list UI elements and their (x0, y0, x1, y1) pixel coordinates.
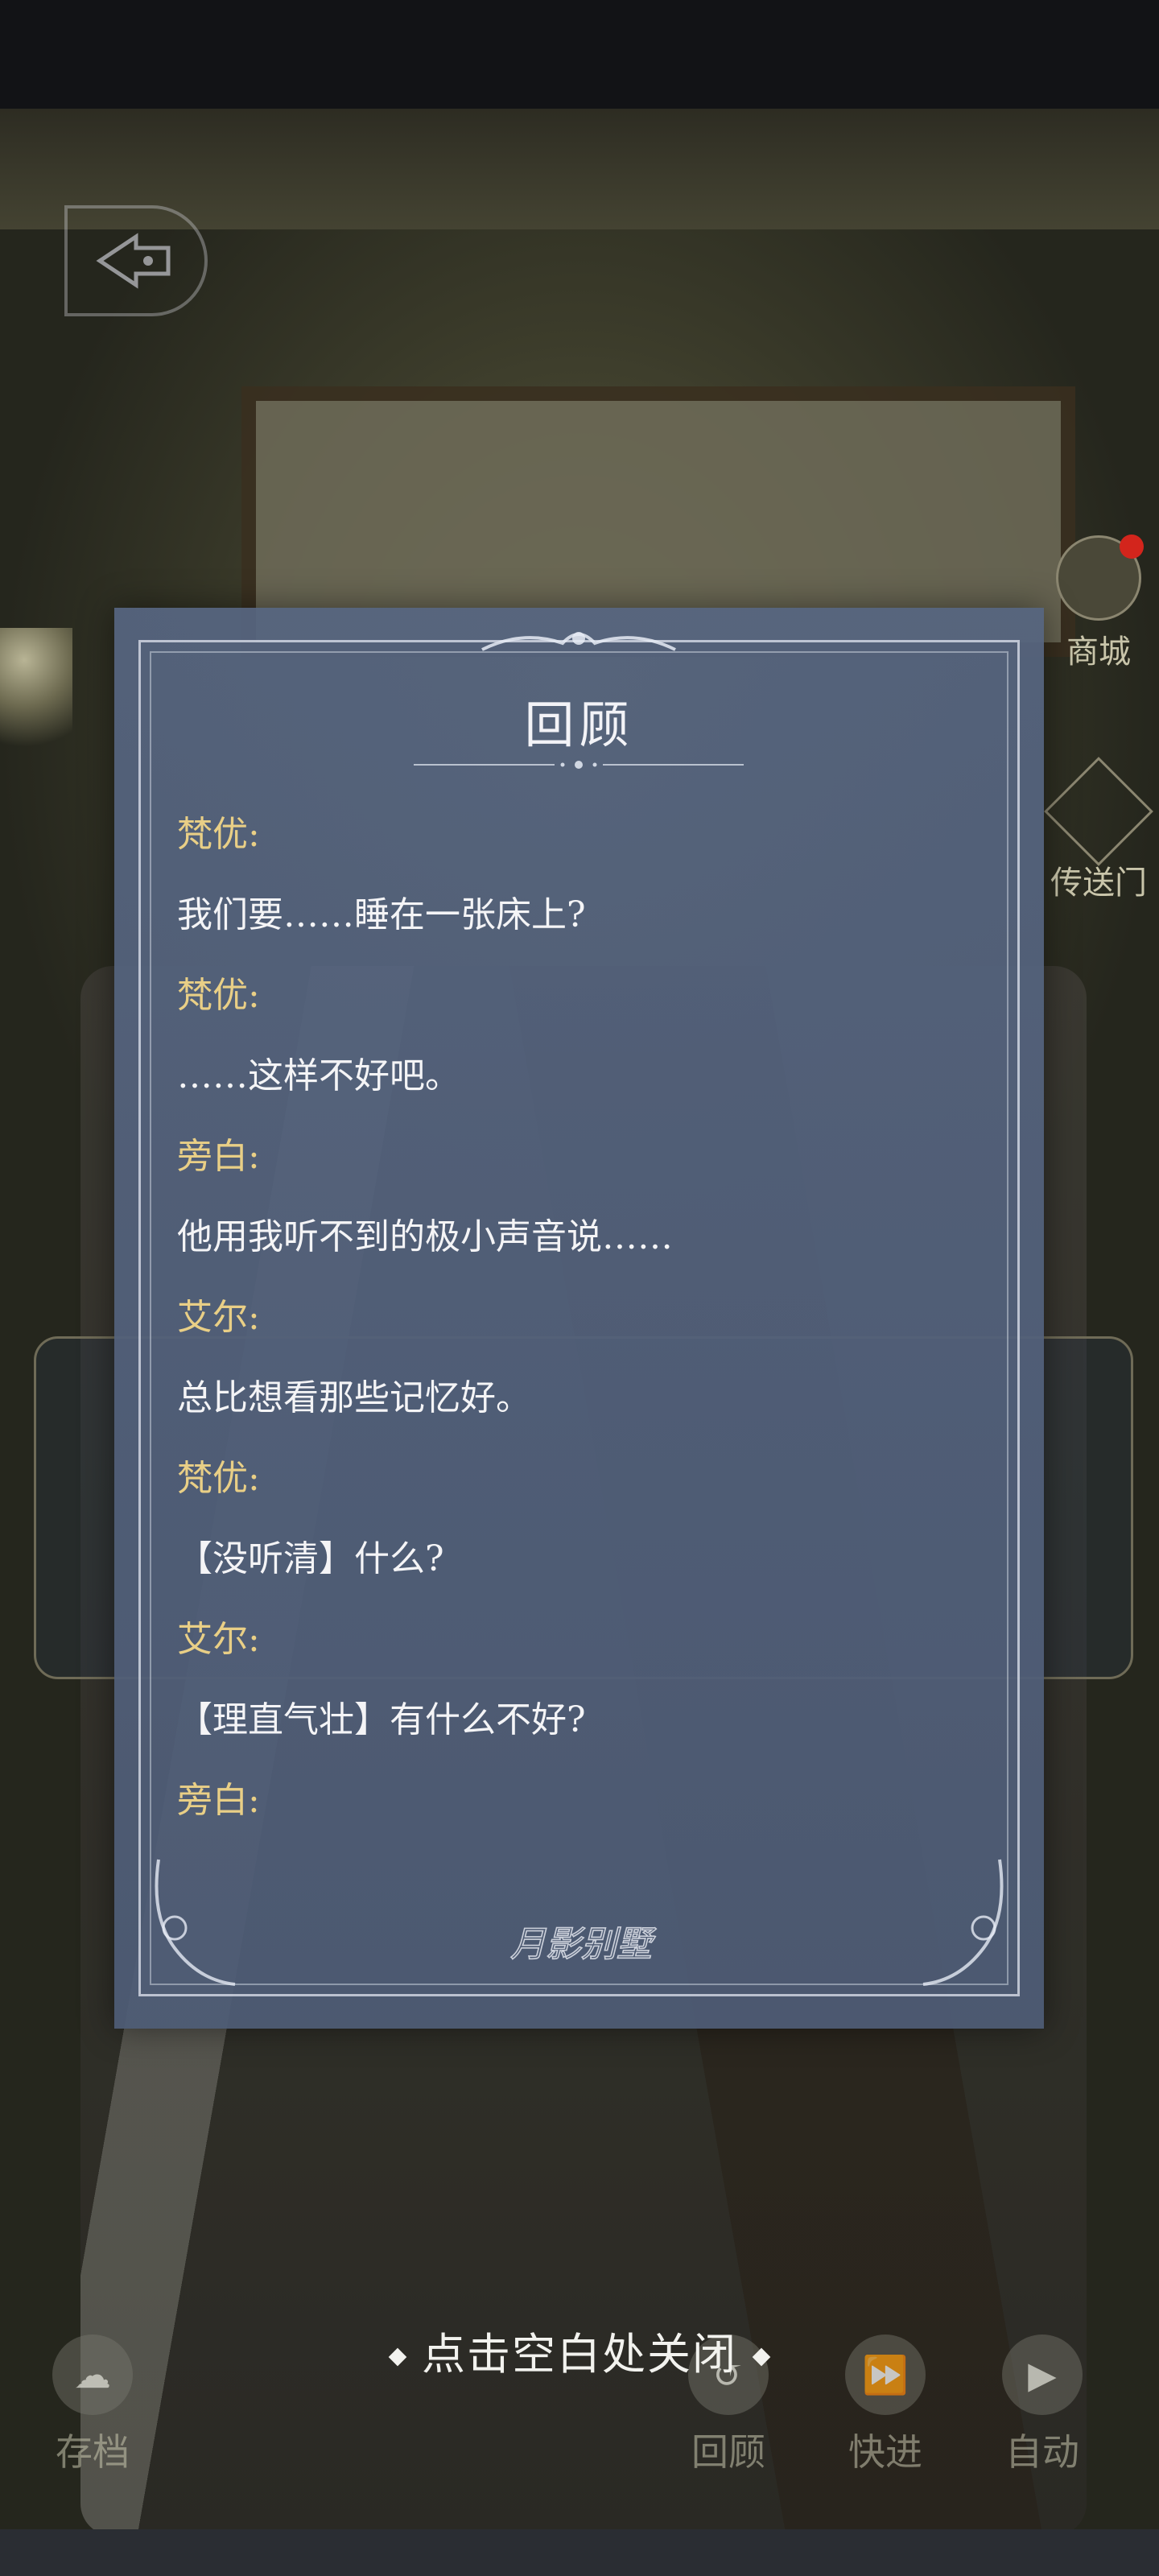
corner-ornament-icon (155, 1859, 236, 1986)
diamond-icon (752, 2348, 771, 2367)
navigation-bar (0, 2529, 1159, 2576)
log-speaker: 梵优: (177, 975, 260, 1016)
log-speaker: 旁白: (177, 1136, 260, 1177)
shop-label: 商城 (1066, 634, 1131, 671)
status-bar (0, 0, 1159, 109)
dialogue-log[interactable]: 梵优: 我们要……睡在一张床上? 梵优: ……这样不好吧。 旁白: 他用我听不到… (177, 795, 982, 1841)
log-line: 【没听清】什么? (177, 1538, 444, 1579)
game-logo: 月影别墅 (509, 1923, 658, 1966)
title-divider (414, 761, 744, 769)
panel-title: 回顾 (524, 696, 634, 754)
wall-sconce (0, 628, 72, 765)
portal-button[interactable]: 传送门 (1038, 757, 1159, 903)
diamond-icon (388, 2348, 407, 2367)
review-panel[interactable]: 回顾 梵优: 我们要……睡在一张床上? 梵优: ……这样不好吧。 旁白: 他用我… (114, 608, 1044, 2029)
top-ornament-icon (481, 632, 676, 651)
log-line: 我们要……睡在一张床上? (177, 894, 586, 935)
corner-ornament-icon (922, 1859, 1004, 1986)
shop-button[interactable]: 商城 (1038, 535, 1159, 672)
log-line: 他用我听不到的极小声音说…… (177, 1216, 673, 1257)
close-hint[interactable]: 点击空白处关闭 (0, 2318, 1159, 2382)
log-line: 【理直气壮】有什么不好? (177, 1699, 586, 1740)
log-line: ……这样不好吧。 (177, 1055, 460, 1096)
auto-label: 自动 (1005, 2430, 1079, 2474)
fast-forward-label: 快进 (848, 2430, 922, 2474)
notification-dot (1120, 535, 1144, 559)
character-avatar-icon (1056, 535, 1144, 621)
review-label: 回顾 (691, 2430, 765, 2474)
log-line: 总比想看那些记忆好。 (177, 1377, 531, 1418)
log-speaker: 梵优: (177, 1458, 260, 1499)
log-speaker: 艾尔: (177, 1297, 260, 1338)
back-arrow-icon (96, 233, 171, 289)
portal-icon (1044, 757, 1153, 866)
logo-text: 月影别墅 (510, 1924, 657, 1965)
back-button[interactable] (64, 205, 208, 316)
log-speaker: 旁白: (177, 1780, 260, 1821)
log-speaker: 艾尔: (177, 1619, 260, 1660)
close-hint-text: 点击空白处关闭 (422, 2329, 737, 2380)
save-label: 存档 (56, 2430, 130, 2474)
log-speaker: 梵优: (177, 814, 260, 855)
